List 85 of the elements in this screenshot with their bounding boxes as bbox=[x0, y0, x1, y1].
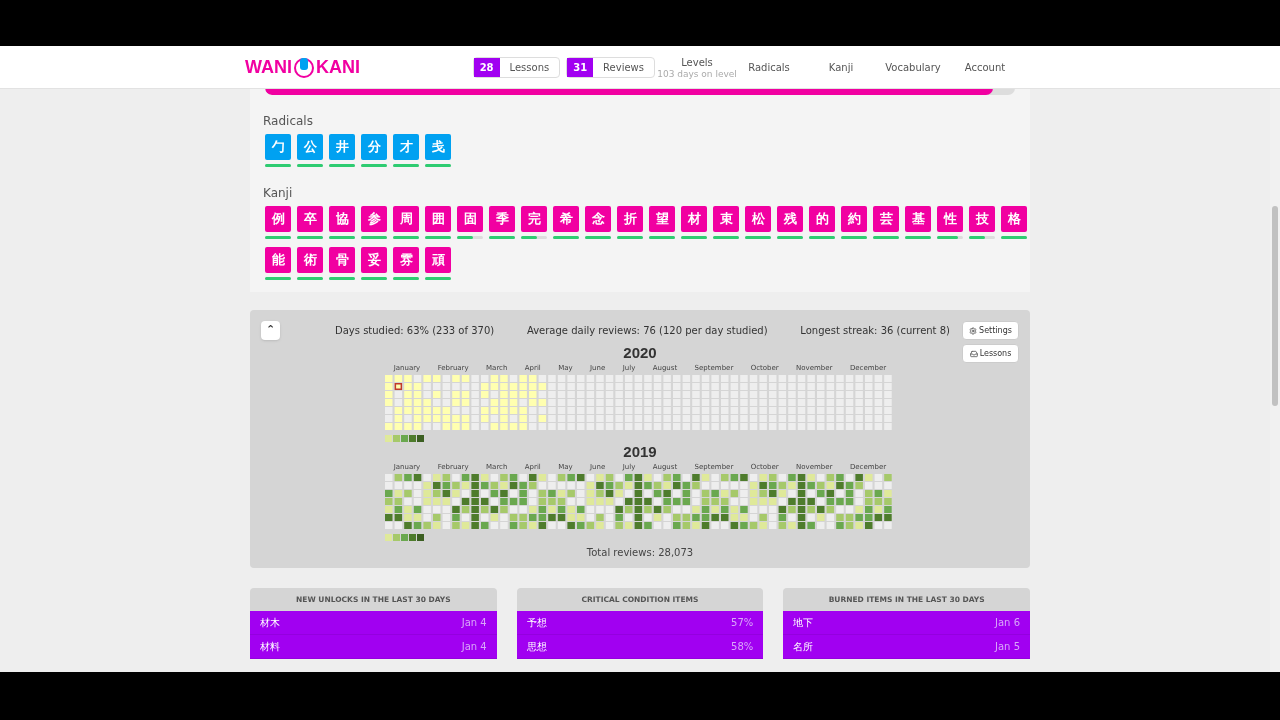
kanji-tile[interactable]: 参 bbox=[361, 206, 387, 232]
radical-tile[interactable]: 井 bbox=[329, 134, 355, 160]
nav-label: Lessons bbox=[508, 60, 551, 75]
kanji-tile[interactable]: 能 bbox=[265, 247, 291, 273]
item-value: Jan 6 bbox=[995, 616, 1020, 630]
card-row[interactable]: 材料 Jan 4 bbox=[250, 635, 497, 659]
nav-link[interactable]: Levels bbox=[681, 55, 713, 69]
kanji-tile[interactable]: 卒 bbox=[297, 206, 323, 232]
scrollbar-thumb[interactable] bbox=[1272, 206, 1278, 406]
kanji-tile[interactable]: 頑 bbox=[425, 247, 451, 273]
item-text: 予想 bbox=[526, 616, 547, 630]
collapse-button[interactable]: ⌃ bbox=[261, 321, 280, 340]
kanji-tile[interactable]: 束 bbox=[713, 206, 739, 232]
kanji-tile[interactable]: 基 bbox=[905, 206, 931, 232]
kanji-tile[interactable]: 希 bbox=[553, 206, 579, 232]
count-badge: 31 bbox=[567, 57, 594, 77]
kanji-tile[interactable]: 例 bbox=[265, 206, 291, 232]
radical-tile[interactable]: 勹 bbox=[265, 134, 291, 160]
kanji-tile[interactable]: 術 bbox=[297, 247, 323, 273]
heatmap-stat: Longest streak: 36 (current 8) bbox=[800, 324, 950, 338]
heatmap-stat: Average daily reviews: 76 (120 per day studied) bbox=[526, 324, 768, 338]
kanji-tile[interactable]: 望 bbox=[649, 206, 675, 232]
kanji-tile[interactable]: 技 bbox=[969, 206, 995, 232]
kanji-tile[interactable]: 松 bbox=[745, 206, 771, 232]
kanji-tile[interactable]: 的 bbox=[809, 206, 835, 232]
nav-link[interactable]: Kanji bbox=[828, 60, 854, 74]
kanji-tile[interactable]: 完 bbox=[521, 206, 547, 232]
legend-drawing bbox=[385, 435, 425, 443]
section-title: Radicals bbox=[263, 114, 314, 128]
settings-icon bbox=[969, 326, 978, 335]
item-text: 材料 bbox=[260, 640, 280, 654]
kanji-tile[interactable]: 雰 bbox=[393, 247, 419, 273]
heatmap-stat: Days studied: 63% (233 of 370) bbox=[335, 324, 495, 338]
item-text: 材木 bbox=[260, 616, 280, 630]
nav-label: Reviews bbox=[602, 60, 645, 75]
kanji-tile[interactable]: 周 bbox=[393, 206, 419, 232]
nav-link[interactable]: Vocabulary bbox=[885, 60, 941, 74]
radical-tile[interactable]: 戋 bbox=[425, 134, 451, 160]
radical-tile[interactable]: 分 bbox=[361, 134, 387, 160]
kanji-tile[interactable]: 芸 bbox=[873, 206, 899, 232]
total-reviews: Total reviews: 28,073 bbox=[586, 546, 694, 560]
card-row[interactable]: 思想 58% bbox=[516, 635, 764, 659]
count-badge: 28 bbox=[473, 57, 500, 77]
item-value: 57% bbox=[731, 616, 754, 630]
card-row[interactable]: 予想 57% bbox=[516, 611, 764, 635]
nav-link[interactable]: Account bbox=[964, 60, 1006, 74]
kanji-tile[interactable]: 格 bbox=[1001, 206, 1027, 232]
kanji-tile[interactable]: 折 bbox=[617, 206, 643, 232]
section-title: Kanji bbox=[263, 186, 294, 200]
legend-drawing bbox=[385, 534, 425, 542]
year-title: 2019 bbox=[623, 443, 657, 461]
item-value: Jan 4 bbox=[461, 640, 487, 654]
logo-text: WANI bbox=[245, 55, 292, 79]
nav-button[interactable]: 31 Reviews bbox=[566, 56, 655, 78]
kanji-tile[interactable]: 骨 bbox=[329, 247, 355, 273]
inbox-icon bbox=[969, 349, 978, 358]
kanji-tile[interactable]: 性 bbox=[937, 206, 963, 232]
card-row[interactable]: 名所 Jan 5 bbox=[783, 635, 1030, 659]
nav-button[interactable]: 28 Lessons bbox=[472, 56, 561, 78]
settings-button[interactable]: Settings bbox=[962, 321, 1019, 340]
item-text: 名所 bbox=[793, 640, 814, 654]
item-text: 思想 bbox=[526, 640, 547, 654]
kanji-tile[interactable]: 固 bbox=[457, 206, 483, 232]
radical-tile[interactable]: 才 bbox=[393, 134, 419, 160]
year-title: 2020 bbox=[623, 344, 657, 362]
crabigator-icon bbox=[294, 56, 314, 78]
kanji-tile[interactable]: 季 bbox=[489, 206, 515, 232]
kanji-tile[interactable]: 残 bbox=[777, 206, 803, 232]
kanji-tile[interactable]: 念 bbox=[585, 206, 611, 232]
logo-text: KANI bbox=[316, 55, 360, 79]
radical-tile[interactable]: 公 bbox=[297, 134, 323, 160]
card-row[interactable]: 地下 Jan 6 bbox=[783, 611, 1030, 635]
kanji-tile[interactable]: 囲 bbox=[425, 206, 451, 232]
item-value: Jan 4 bbox=[461, 616, 487, 630]
card-row[interactable]: 材木 Jan 4 bbox=[250, 611, 497, 635]
lessons-button[interactable]: Lessons bbox=[962, 344, 1019, 363]
item-text: 地下 bbox=[793, 616, 814, 630]
kanji-tile[interactable]: 妥 bbox=[361, 247, 387, 273]
nav-link[interactable]: Radicals bbox=[748, 60, 790, 74]
nav-subtitle: 103 days on level bbox=[657, 68, 737, 79]
item-value: Jan 5 bbox=[995, 640, 1020, 654]
item-value: 58% bbox=[731, 640, 754, 654]
kanji-tile[interactable]: 約 bbox=[841, 206, 867, 232]
kanji-tile[interactable]: 材 bbox=[681, 206, 707, 232]
kanji-tile[interactable]: 協 bbox=[329, 206, 355, 232]
